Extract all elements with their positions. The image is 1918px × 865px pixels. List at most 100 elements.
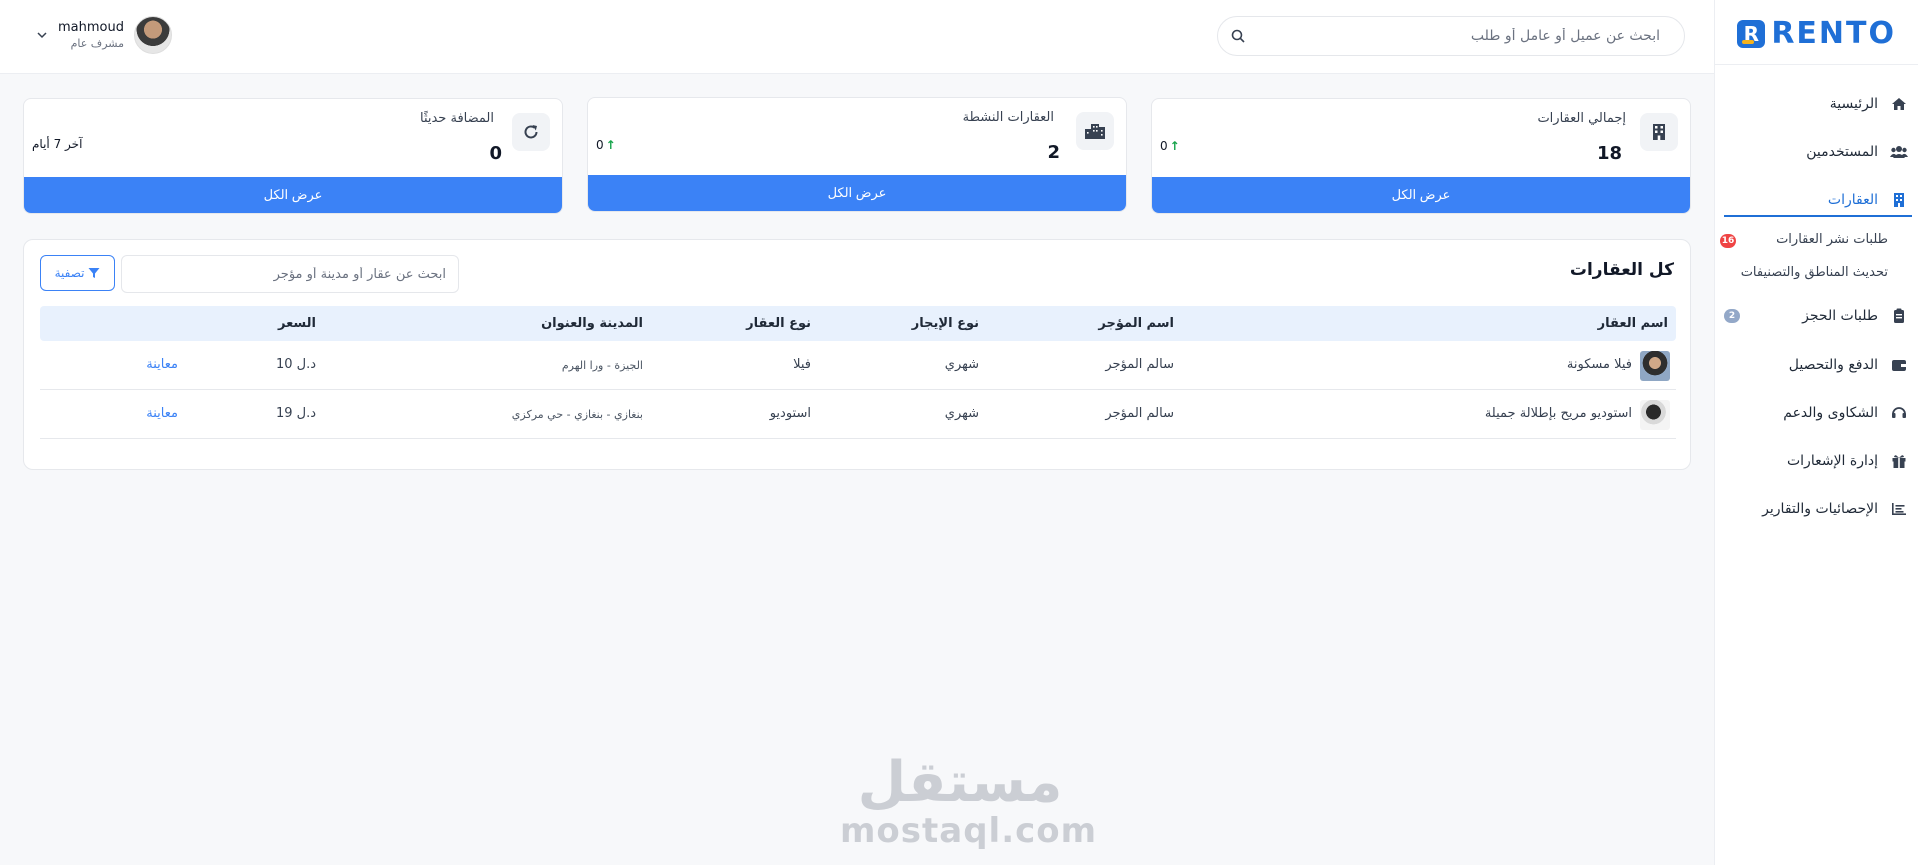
sidebar-item-properties[interactable]: العقارات (1714, 185, 1918, 215)
trend-value: 0 (1160, 139, 1168, 153)
stat-label: العقارات النشطة (962, 110, 1054, 125)
brand-name: RENTO (1771, 16, 1896, 51)
sidebar-item-label: الشكاوى والدعم (1783, 405, 1878, 421)
chevron-down-icon[interactable] (36, 29, 48, 41)
rent-type: شهري (944, 406, 979, 421)
watermark-arabic: مستقل (857, 750, 1063, 815)
column-header: المدينة والعنوان (541, 316, 643, 331)
building-icon (1890, 191, 1908, 209)
properties-table: اسم العقار اسم المؤجر نوع الإيجار نوع ال… (40, 306, 1676, 439)
column-header: اسم المؤجر (1098, 316, 1174, 331)
stat-card-active-properties: العقارات النشطة 2 0 ↑ عرض الكل (587, 97, 1127, 212)
property-address: الجيزة - ورا الهرم (561, 359, 643, 372)
stat-card-recently-added: المضافة حديثًا 0 آخر 7 أيام عرض الكل (23, 98, 563, 214)
user-role: مشرف عام (70, 37, 124, 50)
property-price: د.ل 19 (275, 406, 316, 421)
view-all-button[interactable]: عرض الكل (24, 177, 562, 213)
stat-label: إجمالي العقارات (1537, 111, 1626, 126)
stat-trend: 0 ↑ (1160, 139, 1180, 153)
stat-value: 0 (489, 143, 502, 164)
owner-name: سالم المؤجر (1105, 357, 1174, 372)
arrow-up-icon: ↑ (1169, 139, 1180, 153)
user-menu[interactable]: mahmoud مشرف عام (36, 16, 172, 54)
stat-label: المضافة حديثًا (419, 111, 494, 126)
brand-logo[interactable]: R RENTO (1737, 16, 1896, 51)
filter-icon (88, 268, 100, 278)
rent-type: شهري (944, 357, 979, 372)
property-name: استوديو مريح بإطلالة جميلة (1484, 406, 1632, 421)
sidebar-item-support[interactable]: الشكاوى والدعم (1714, 398, 1918, 428)
sidebar-subitem-label: تحديث المناطق والتصنيفات (1740, 265, 1888, 280)
clipboard-icon (1890, 307, 1908, 325)
stat-value: 18 (1596, 143, 1622, 164)
property-type: استوديو (769, 406, 811, 421)
preview-link[interactable]: معاينة (146, 357, 178, 372)
column-header: نوع العقار (746, 316, 811, 331)
sidebar-item-label: العقارات (1827, 192, 1878, 208)
property-thumbnail (1640, 351, 1670, 381)
property-search-input[interactable] (134, 266, 446, 282)
sidebar-item-notifications[interactable]: إدارة الإشعارات (1714, 446, 1918, 476)
refresh-icon (512, 113, 550, 151)
property-address: بنغازي - بنغازي - حي مركزي (511, 408, 643, 421)
properties-panel: كل العقارات تصفية اسم العقار اسم المؤجر … (23, 239, 1691, 470)
view-all-button[interactable]: عرض الكل (1152, 177, 1690, 213)
filter-label: تصفية (54, 266, 85, 280)
property-thumbnail (1640, 400, 1670, 430)
active-indicator (1724, 215, 1912, 217)
user-info: mahmoud مشرف عام (58, 20, 124, 50)
sidebar-item-reports[interactable]: الإحصائيات والتقارير (1714, 494, 1918, 524)
sidebar-item-label: الدفع والتحصيل (1788, 357, 1878, 373)
user-name: mahmoud (58, 20, 124, 35)
divider (1715, 64, 1918, 65)
property-search-box[interactable] (121, 255, 459, 293)
preview-link[interactable]: معاينة (146, 406, 178, 421)
sidebar-subitem-update-regions[interactable]: تحديث المناطق والتصنيفات (1741, 265, 1888, 280)
office-building-icon (1640, 113, 1678, 151)
stat-value: 2 (1047, 142, 1060, 163)
wallet-icon (1890, 356, 1908, 374)
view-all-button[interactable]: عرض الكل (588, 175, 1126, 211)
gift-icon (1890, 452, 1908, 470)
property-name: فيلا مسكونة (1566, 357, 1632, 372)
sidebar-subitem-publish-requests[interactable]: طلبات نشر العقارات (1776, 232, 1888, 247)
table-row[interactable]: فيلا مسكونة سالم المؤجر شهري فيلا الجيزة… (40, 341, 1676, 390)
column-header: السعر (278, 316, 316, 331)
sidebar-item-home[interactable]: الرئيسية (1714, 89, 1918, 119)
sidebar-item-label: الرئيسية (1829, 96, 1878, 112)
notification-badge: 16 (1720, 234, 1736, 248)
sidebar-item-label: المستخدمين (1806, 144, 1878, 160)
chart-icon (1890, 500, 1908, 518)
arrow-up-icon: ↑ (605, 138, 616, 152)
panel-title: كل العقارات (1569, 260, 1674, 280)
search-icon[interactable] (1230, 28, 1246, 44)
watermark: مستقل mostaql.com (840, 750, 1098, 852)
column-header: اسم العقار (1597, 316, 1668, 331)
column-header: نوع الإيجار (911, 316, 979, 331)
table-row[interactable]: استوديو مريح بإطلالة جميلة سالم المؤجر ش… (40, 390, 1676, 439)
property-type: فيلا (793, 357, 811, 372)
owner-name: سالم المؤجر (1105, 406, 1174, 421)
stat-note: آخر 7 أيام (32, 137, 83, 151)
property-price: د.ل 10 (275, 357, 316, 372)
stat-card-total-properties: إجمالي العقارات 18 0 ↑ عرض الكل (1151, 98, 1691, 214)
stat-trend: 0 ↑ (596, 138, 616, 152)
filter-button[interactable]: تصفية (40, 255, 115, 291)
users-icon (1890, 143, 1908, 161)
sidebar-item-label: طلبات الحجز (1802, 308, 1878, 324)
global-search-input[interactable] (1242, 28, 1660, 44)
sidebar-item-label: الإحصائيات والتقارير (1762, 501, 1878, 517)
sidebar-item-bookings[interactable]: طلبات الحجز (1714, 301, 1918, 331)
headset-icon (1890, 404, 1908, 422)
notification-badge: 2 (1724, 309, 1740, 323)
sidebar-item-users[interactable]: المستخدمين (1714, 137, 1918, 167)
watermark-latin: mostaql.com (840, 811, 1098, 851)
global-search-box[interactable] (1217, 16, 1685, 56)
sidebar-item-payments[interactable]: الدفع والتحصيل (1714, 350, 1918, 380)
avatar[interactable] (133, 16, 172, 54)
sidebar-subitem-label: طلبات نشر العقارات (1776, 232, 1888, 247)
table-header: اسم العقار اسم المؤجر نوع الإيجار نوع ال… (40, 306, 1676, 341)
sidebar-item-label: إدارة الإشعارات (1786, 453, 1878, 469)
logo-mark-icon: R (1737, 19, 1766, 48)
top-header: mahmoud مشرف عام (0, 0, 1714, 74)
